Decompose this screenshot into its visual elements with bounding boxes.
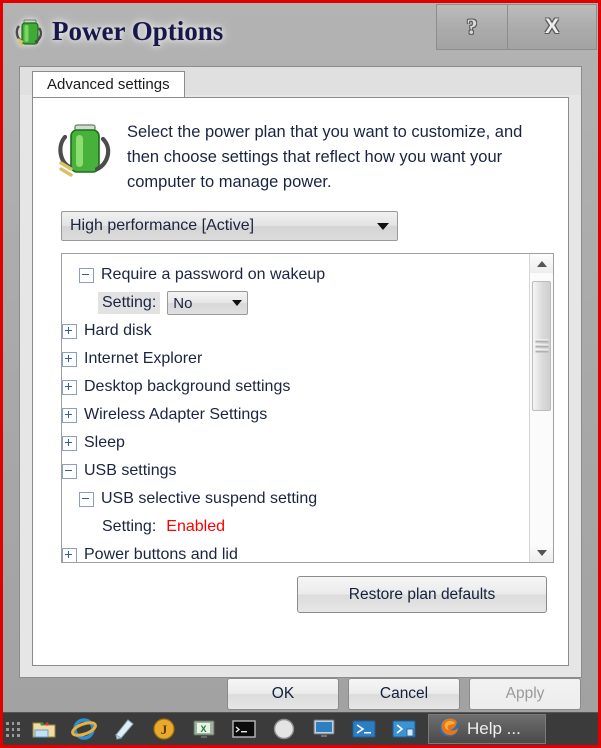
settings-tree-row[interactable]: Power buttons and lid: [62, 541, 530, 562]
powershell-ise-icon[interactable]: [384, 714, 424, 744]
power-plan-select[interactable]: High performance [Active]: [61, 211, 398, 241]
scrollbar-thumb[interactable]: [532, 281, 551, 411]
intro-text: Select the power plan that you want to c…: [127, 123, 523, 191]
compass-icon[interactable]: [264, 714, 304, 744]
power-plan-value: High performance [Active]: [70, 217, 255, 234]
battery-plug-icon: [57, 120, 113, 182]
powershell-icon[interactable]: [344, 714, 384, 744]
settings-row-label: Wireless Adapter Settings: [84, 406, 268, 423]
tab-advanced-settings[interactable]: Advanced settings: [32, 71, 185, 97]
expand-icon[interactable]: [62, 379, 77, 395]
settings-tree-row[interactable]: Desktop background settings: [62, 373, 530, 401]
chevron-down-icon: [377, 222, 389, 230]
intro-block: Select the power plan that you want to c…: [33, 98, 568, 195]
ok-button[interactable]: OK: [227, 678, 339, 710]
window-title: Power Options: [52, 16, 224, 46]
expand-icon[interactable]: [62, 435, 77, 451]
dialog-footer: OK Cancel Apply: [3, 678, 598, 716]
settings-row-label: Hard disk: [84, 322, 152, 339]
setting-value: No: [173, 294, 193, 312]
settings-row-label: Require a password on wakeup: [101, 266, 326, 283]
settings-setting-row[interactable]: Setting: Enabled: [62, 513, 530, 541]
excel-icon[interactable]: X: [184, 714, 224, 744]
restore-button-label: Restore plan defaults: [348, 585, 496, 603]
scrollbar-vertical[interactable]: [529, 254, 553, 562]
scroll-down-button[interactable]: [530, 543, 553, 562]
settings-tree-row[interactable]: USB settings: [62, 457, 530, 485]
taskbar-grip-icon[interactable]: [6, 717, 21, 741]
scroll-up-button[interactable]: [530, 254, 553, 273]
advanced-settings-list[interactable]: Require a password on wakeup Setting: No Ha…: [61, 253, 554, 563]
taskbar-task-label: Help ...: [467, 719, 521, 738]
collapse-icon[interactable]: [79, 267, 94, 283]
expand-icon[interactable]: [62, 323, 77, 339]
taskbar: J X Help ...: [3, 712, 598, 745]
apply-button: Apply: [469, 678, 581, 710]
remote-desktop-icon[interactable]: [304, 714, 344, 744]
restore-row: Restore plan defaults: [33, 563, 568, 613]
help-button[interactable]: ?: [436, 4, 508, 50]
setting-value-select[interactable]: No: [167, 291, 249, 315]
internet-explorer-icon[interactable]: [64, 714, 104, 744]
tab-label: Advanced settings: [47, 76, 170, 93]
svg-text:X: X: [200, 724, 206, 734]
settings-row-label: USB selective suspend setting: [101, 490, 318, 507]
expand-icon[interactable]: [62, 547, 77, 562]
collapse-icon[interactable]: [79, 491, 94, 507]
svg-text:J: J: [161, 722, 168, 737]
cancel-button[interactable]: Cancel: [348, 678, 460, 710]
setting-value[interactable]: Enabled: [166, 518, 225, 536]
settings-rows: Require a password on wakeup Setting: No Ha…: [62, 254, 530, 562]
taskbar-task-help[interactable]: Help ...: [428, 714, 546, 744]
restore-plan-defaults-button[interactable]: Restore plan defaults: [297, 576, 547, 613]
title-area: Power Options: [15, 16, 223, 47]
settings-tree-row[interactable]: USB selective suspend setting: [62, 485, 530, 513]
settings-row-label: USB settings: [84, 462, 177, 479]
tab-strip: Advanced settings: [20, 67, 581, 97]
setting-label: Setting:: [102, 518, 157, 535]
triangle-up-icon: [536, 260, 547, 267]
apply-button-label: Apply: [505, 685, 545, 702]
settings-tree-row[interactable]: Hard disk: [62, 317, 530, 345]
expand-icon[interactable]: [62, 351, 77, 367]
tab-panel: Advanced settings Select the power plan …: [19, 66, 582, 678]
grip-icon: [535, 338, 548, 355]
collapse-icon[interactable]: [62, 463, 77, 479]
title-bar: Power Options ? X: [3, 3, 598, 62]
settings-tree-row[interactable]: Sleep: [62, 429, 530, 457]
firefox-icon: [437, 715, 461, 744]
notepad-icon[interactable]: [104, 714, 144, 744]
setting-label: Setting:: [98, 292, 161, 314]
settings-setting-row[interactable]: Setting: No: [62, 289, 530, 317]
settings-row-label: Sleep: [84, 434, 125, 451]
file-explorer-icon[interactable]: [24, 714, 64, 744]
question-mark-icon: ?: [466, 14, 478, 39]
command-prompt-icon[interactable]: [224, 714, 264, 744]
settings-row-label: Power buttons and lid: [84, 546, 238, 562]
tab-body: Select the power plan that you want to c…: [32, 97, 569, 666]
settings-row-label: Desktop background settings: [84, 378, 291, 395]
java-icon[interactable]: J: [144, 714, 184, 744]
power-options-window: Power Options ? X Advanced settings Sele…: [3, 3, 598, 716]
ok-button-label: OK: [271, 685, 295, 702]
expand-icon[interactable]: [62, 407, 77, 423]
cancel-button-label: Cancel: [379, 685, 429, 702]
close-icon: X: [544, 15, 559, 38]
triangle-down-icon: [536, 549, 547, 556]
close-button[interactable]: X: [508, 4, 597, 50]
screen: Power Options ? X Advanced settings Sele…: [0, 0, 601, 748]
settings-tree-row[interactable]: Wireless Adapter Settings: [62, 401, 530, 429]
caption-buttons: ? X: [436, 4, 597, 50]
chevron-down-icon: [232, 300, 243, 306]
battery-plug-icon: [15, 17, 43, 47]
settings-row-label: Internet Explorer: [84, 350, 203, 367]
settings-tree-row[interactable]: Internet Explorer: [62, 345, 530, 373]
settings-tree-row[interactable]: Require a password on wakeup: [62, 261, 530, 289]
